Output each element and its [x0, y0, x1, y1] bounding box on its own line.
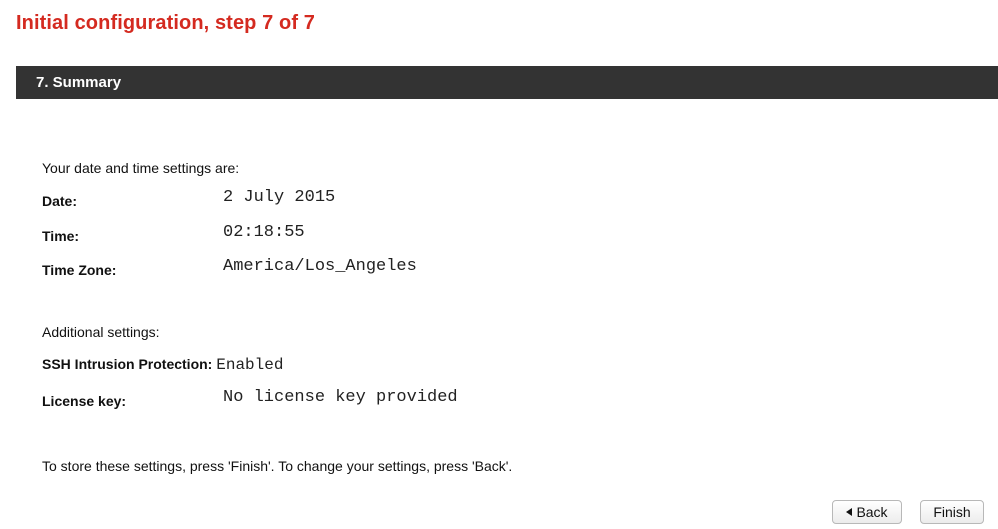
- additional-settings-intro: Additional settings:: [42, 324, 160, 340]
- ssh-protection-value: Enabled: [216, 356, 284, 374]
- back-button-label: Back: [856, 504, 888, 520]
- ssh-protection-row: SSH Intrusion Protection: Enabled: [42, 356, 283, 374]
- time-label: Time:: [42, 228, 80, 244]
- timezone-value: America/Los_Angeles: [223, 257, 417, 276]
- date-label: Date:: [42, 193, 78, 209]
- wizard-page: Initial configuration, step 7 of 7 7. Su…: [0, 0, 998, 529]
- back-button[interactable]: Back: [832, 500, 902, 524]
- ssh-protection-label: SSH Intrusion Protection:: [42, 356, 213, 372]
- finish-button[interactable]: Finish: [920, 500, 984, 524]
- finish-button-label: Finish: [933, 504, 971, 520]
- left-triangle-icon: [846, 508, 853, 516]
- date-value: 2 July 2015: [223, 188, 336, 207]
- footer-instructions: To store these settings, press 'Finish'.…: [42, 458, 513, 474]
- license-key-value: No license key provided: [223, 388, 458, 407]
- section-header: 7. Summary: [16, 66, 998, 99]
- datetime-intro: Your date and time settings are:: [42, 160, 240, 176]
- section-title: 7. Summary: [36, 74, 122, 91]
- page-title: Initial configuration, step 7 of 7: [16, 12, 315, 34]
- time-value: 02:18:55: [223, 223, 305, 242]
- license-key-label: License key:: [42, 393, 127, 409]
- timezone-label: Time Zone:: [42, 262, 117, 278]
